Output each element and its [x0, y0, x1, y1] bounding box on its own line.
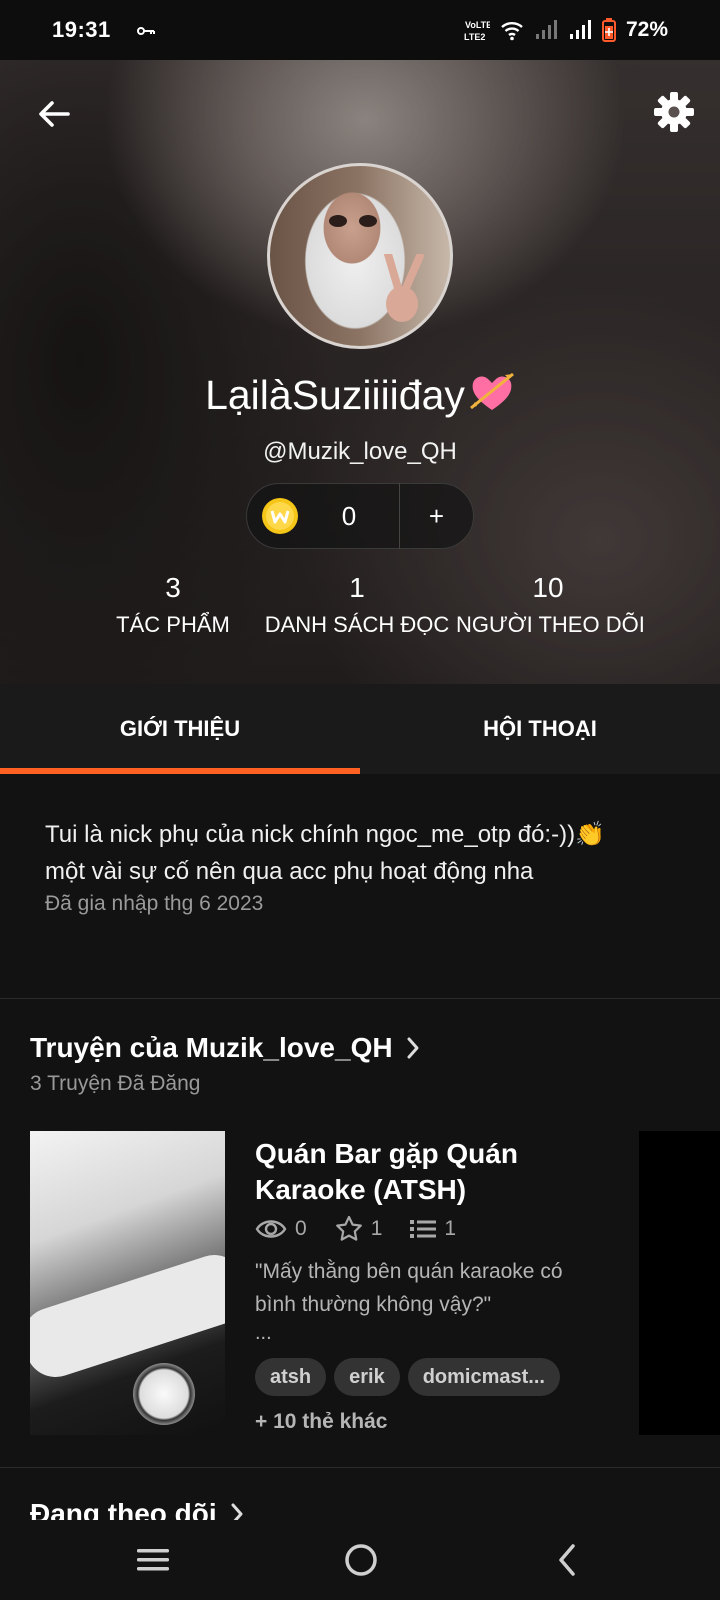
- stat-value: 10: [532, 572, 564, 603]
- stat-value: 1: [349, 572, 365, 603]
- settings-button[interactable]: [650, 88, 698, 136]
- tag-chip[interactable]: atsh: [255, 1358, 327, 1396]
- coin-value: 0: [341, 500, 357, 531]
- status-icons: VoLTE LTE2 72%: [464, 17, 668, 43]
- signal-weak-icon: [535, 20, 557, 39]
- list-icon: [410, 1220, 437, 1238]
- status-bar: 19:31 VoLTE LTE2 72%: [0, 0, 720, 60]
- stat-works[interactable]: 3 TÁC PHẨM: [110, 572, 236, 638]
- stories-section-title[interactable]: Truyện của Muzik_love_QH: [30, 1032, 421, 1064]
- story-stats: 0 1 1: [255, 1215, 456, 1243]
- star-icon: [335, 1215, 362, 1241]
- story-parts: 1: [444, 1217, 457, 1240]
- section-divider: [0, 1467, 720, 1468]
- tag-chip[interactable]: erik: [334, 1358, 400, 1396]
- profile-tabs: GIỚI THIỆU HỘI THOẠI: [0, 684, 720, 774]
- cover-watch-decoration: [133, 1363, 195, 1425]
- volte-label: VoLTE: [465, 20, 490, 30]
- avatar-peace-sign-decoration: [384, 254, 424, 322]
- chevron-right-icon: [407, 1037, 419, 1059]
- avatar-eyes-decoration: [329, 215, 377, 227]
- section-divider: [0, 998, 720, 999]
- heart-arrow-icon: [469, 370, 515, 426]
- bio-line: một vài sự cố nên qua acc phụ hoạt động …: [45, 858, 534, 885]
- username: @Muzik_love_QH: [263, 438, 457, 465]
- back-button[interactable]: [30, 90, 78, 138]
- story-cover[interactable]: [30, 1131, 225, 1435]
- story-votes: 1: [370, 1217, 383, 1240]
- home-circle-icon: [345, 1544, 377, 1576]
- story-tags: atsh erik domicmast...: [255, 1358, 560, 1396]
- eye-icon: [255, 1220, 287, 1238]
- system-back-button[interactable]: [542, 1534, 594, 1586]
- coin-icon: [261, 497, 299, 535]
- status-time: 19:31: [52, 17, 111, 42]
- stat-value: 3: [165, 572, 181, 603]
- system-nav-bar: [0, 1520, 720, 1600]
- tab-about[interactable]: GIỚI THIỆU: [0, 684, 360, 774]
- story-description: "Mấy thằng bên quán karaoke có bình thườ…: [255, 1260, 563, 1316]
- bio-line: Tui là nick phụ của nick chính ngoc_me_o…: [45, 821, 605, 848]
- cover-decoration: [30, 1247, 225, 1385]
- recent-apps-button[interactable]: [127, 1534, 179, 1586]
- display-name-text: LạilàSuziiiiđay: [205, 371, 465, 418]
- story-ellipsis: ...: [255, 1322, 272, 1344]
- recent-apps-icon: [137, 1549, 169, 1571]
- back-chevron-icon: [559, 1544, 575, 1576]
- vpn-key-icon: [136, 24, 155, 36]
- profile-stats: 3 TÁC PHẨM 1 DANH SÁCH ĐỌC 10 NGƯỜI THEO…: [0, 572, 720, 652]
- tag-chip[interactable]: domicmast...: [407, 1358, 560, 1396]
- join-date: Đã gia nhập thg 6 2023: [45, 892, 264, 915]
- gear-icon: [654, 92, 694, 132]
- stat-label: TÁC PHẨM: [116, 612, 230, 637]
- stories-count: 3 Truyện Đã Đăng: [30, 1072, 201, 1095]
- back-arrow-icon: [39, 101, 70, 127]
- avatar[interactable]: [267, 163, 453, 349]
- tab-conversations[interactable]: HỘI THOẠI: [360, 684, 720, 774]
- next-story-cover[interactable]: [639, 1131, 720, 1435]
- coin-balance: 0 +: [246, 483, 474, 549]
- stat-reading-lists[interactable]: 1 DANH SÁCH ĐỌC: [262, 572, 452, 638]
- wifi-icon: [501, 22, 523, 41]
- story-reads: 0: [295, 1217, 307, 1240]
- battery-percent: 72%: [625, 18, 668, 41]
- profile-header: LạilàSuziiiiđay @Muzik_love_QH 0 + 3 TÁC…: [0, 60, 720, 684]
- stat-label: NGƯỜI THEO DÕI: [456, 612, 645, 637]
- about-section: Tui là nick phụ của nick chính ngoc_me_o…: [0, 774, 720, 998]
- more-tags-link[interactable]: + 10 thẻ khác: [255, 1410, 388, 1434]
- story-title[interactable]: Quán Bar gặp Quán Karaoke (ATSH): [255, 1136, 605, 1208]
- bio: Tui là nick phụ của nick chính ngoc_me_o…: [45, 816, 685, 890]
- add-coins-button[interactable]: +: [400, 501, 473, 532]
- lte-label: LTE2: [464, 32, 485, 42]
- signal-strong-icon: [569, 20, 591, 39]
- display-name: LạilàSuziiiiđay: [0, 370, 720, 426]
- stat-followers[interactable]: 10 NGƯỜI THEO DÕI: [456, 572, 645, 638]
- volte-icon: VoLTE LTE2: [464, 20, 490, 42]
- battery-icon: [601, 18, 616, 42]
- stories-title-text: Truyện của Muzik_love_QH: [30, 1032, 393, 1063]
- stat-label: DANH SÁCH ĐỌC: [264, 612, 450, 637]
- home-button[interactable]: [335, 1534, 387, 1586]
